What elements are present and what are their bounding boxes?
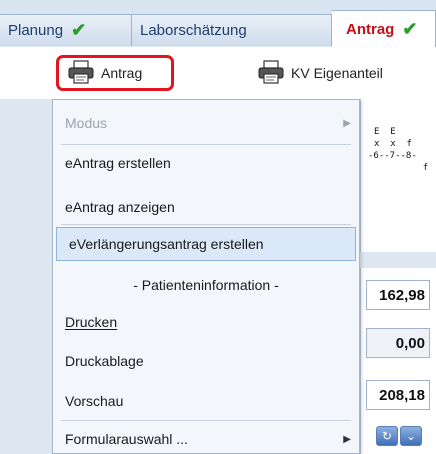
check-icon: ✔ [71,20,87,40]
refresh-icon[interactable]: ↻ [376,426,398,446]
amount-field-3[interactable]: 208,18 [366,380,430,410]
toolbar: Antrag KV Eigenanteil [0,47,436,99]
menu-item-label: Vorschau [65,393,124,409]
kv-eigenanteil-print-button[interactable]: KV Eigenanteil [255,55,425,91]
menu-item-label: Druckablage [65,353,144,369]
amount-field-1[interactable]: 162,98 [366,280,430,310]
menu-item-everlaengerungsantrag-erstellen[interactable]: eVerlängerungsantrag erstellen [56,227,356,261]
menu-item-label: Formularauswahl ... [65,431,188,447]
menu-item-label: eAntrag anzeigen [65,199,175,215]
section-divider [360,252,436,268]
submenu-arrow-icon: ▶ [343,117,351,129]
antrag-print-button[interactable]: Antrag [56,55,174,91]
dropdown-chevron-icon[interactable]: ⌄ [400,426,422,446]
tab-bar: Planung ✔ Laborschätzung Antrag ✔ [0,0,436,47]
printer-icon [257,59,291,87]
left-panel-strip [0,99,52,454]
menu-item-eantrag-erstellen[interactable]: eAntrag erstellen [53,146,359,180]
menu-item-drucken[interactable]: Drucken [53,305,359,339]
amount-field-2[interactable]: 0,00 [366,328,430,358]
menu-item-formularauswahl[interactable]: Formularauswahl ... ▶ [53,422,359,454]
menu-separator [61,420,351,421]
menu-item-label: eVerlängerungsantrag erstellen [69,236,264,252]
printer-icon [67,59,101,87]
check-icon: ✔ [402,18,418,39]
tab-planung-label: Planung [8,22,64,39]
menu-header-label: - Patienteninformation - [133,277,279,293]
menu-item-druckablage[interactable]: Druckablage [53,344,359,378]
antrag-print-label: Antrag [101,65,143,81]
submenu-arrow-icon: ▶ [343,433,351,445]
tab-antrag-label: Antrag [346,20,395,38]
mini-button-group: ↻ ⌄ [376,426,422,446]
code-line-4: f [374,163,429,173]
antrag-context-menu: Modus ▶ eAntrag erstellen eAntrag anzeig… [52,99,360,454]
menu-item-eantrag-anzeigen[interactable]: eAntrag anzeigen [53,190,359,224]
tab-laborschaetzung-label: Laborschätzung [140,22,247,39]
menu-item-label: Modus [65,115,108,131]
code-line-2: x x f [374,139,412,149]
tab-planung[interactable]: Planung ✔ [0,14,132,46]
menu-item-label: Drucken [65,314,118,330]
menu-item-vorschau[interactable]: Vorschau [53,384,359,418]
kv-eigenanteil-label: KV Eigenanteil [291,65,383,81]
code-line-1: E E [374,127,396,137]
menu-section-header: - Patienteninformation - [53,268,359,302]
tab-antrag[interactable]: Antrag ✔ [332,10,436,47]
code-line-3: -6--7--8- [368,151,417,161]
menu-item-label: eAntrag erstellen [65,155,171,171]
menu-separator [61,144,351,145]
menu-item-modus[interactable]: Modus ▶ [53,106,359,140]
menu-separator [61,224,351,225]
tab-laborschaetzung[interactable]: Laborschätzung [132,14,332,46]
